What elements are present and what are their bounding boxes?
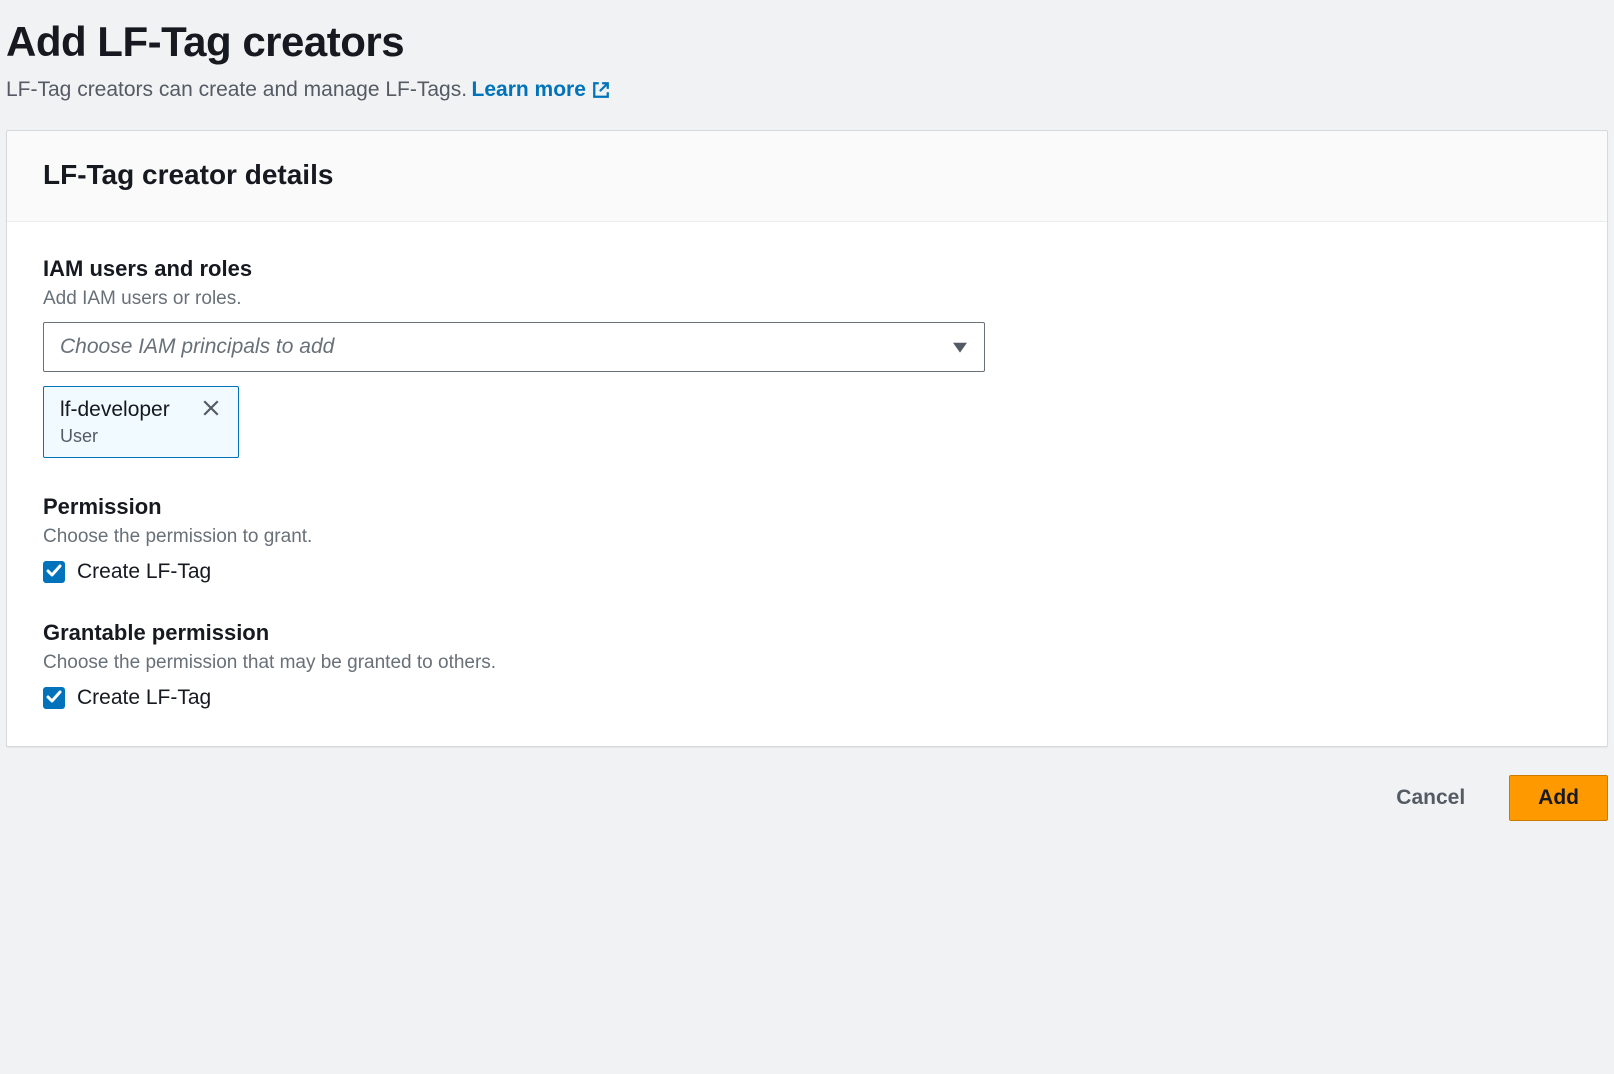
principal-token: lf-developer User xyxy=(43,386,239,458)
check-icon xyxy=(46,688,62,709)
external-link-icon xyxy=(592,81,610,99)
grantable-hint: Choose the permission that may be grante… xyxy=(43,652,1571,674)
iam-principals-select[interactable]: Choose IAM principals to add xyxy=(43,322,985,372)
check-icon xyxy=(46,562,62,583)
grantable-field: Grantable permission Choose the permissi… xyxy=(43,620,1571,710)
learn-more-label: Learn more xyxy=(472,78,586,102)
token-name: lf-developer xyxy=(60,398,170,422)
close-icon xyxy=(202,399,220,420)
grantable-label: Grantable permission xyxy=(43,620,1571,646)
iam-field: IAM users and roles Add IAM users or rol… xyxy=(43,256,1571,458)
grantable-create-checkbox[interactable] xyxy=(43,687,65,709)
permission-label: Permission xyxy=(43,494,1571,520)
cancel-button[interactable]: Cancel xyxy=(1368,775,1493,821)
permission-field: Permission Choose the permission to gran… xyxy=(43,494,1571,584)
page-subtitle: LF-Tag creators can create and manage LF… xyxy=(6,78,467,101)
page-title: Add LF-Tag creators xyxy=(6,18,1608,66)
add-button[interactable]: Add xyxy=(1509,775,1608,821)
details-card: LF-Tag creator details IAM users and rol… xyxy=(6,130,1608,747)
grantable-option-label: Create LF-Tag xyxy=(77,686,211,710)
token-type: User xyxy=(60,426,222,447)
panel-title: LF-Tag creator details xyxy=(43,159,1571,191)
learn-more-link[interactable]: Learn more xyxy=(472,78,610,102)
iam-label: IAM users and roles xyxy=(43,256,1571,282)
permission-create-checkbox[interactable] xyxy=(43,561,65,583)
iam-hint: Add IAM users or roles. xyxy=(43,288,1571,310)
permission-hint: Choose the permission to grant. xyxy=(43,526,1571,548)
permission-option-label: Create LF-Tag xyxy=(77,560,211,584)
token-remove-button[interactable] xyxy=(200,397,222,422)
